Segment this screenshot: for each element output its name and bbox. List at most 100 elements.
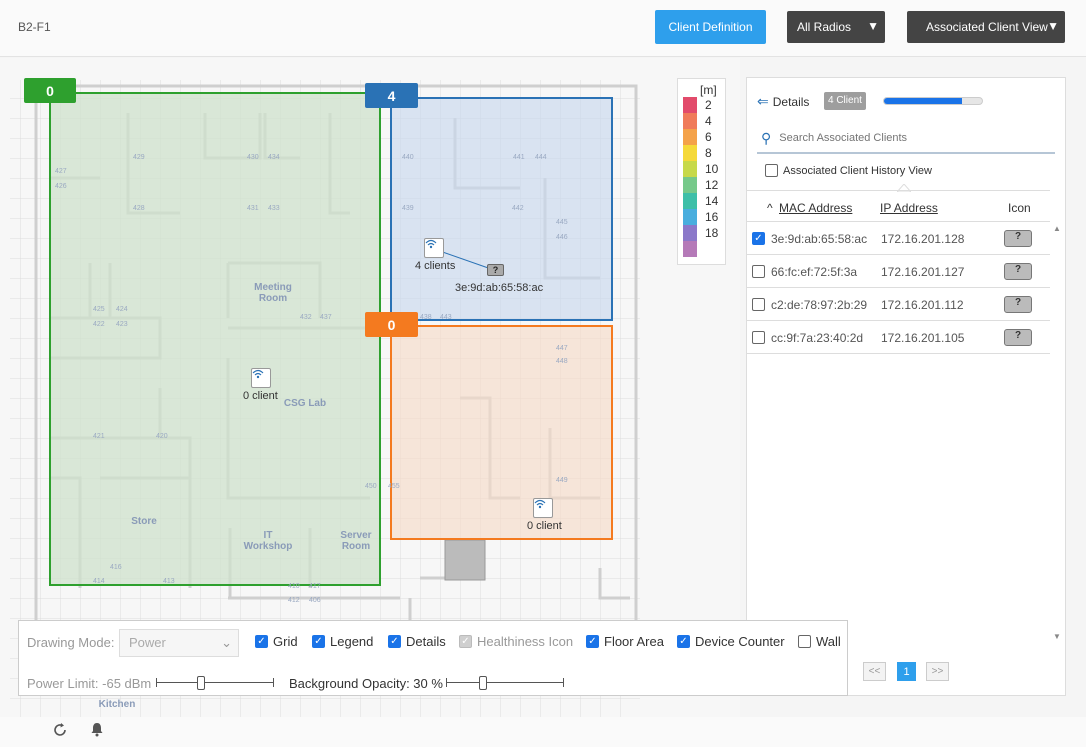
access-point-icon[interactable] [533, 498, 553, 518]
details-checkbox[interactable]: ✓ [388, 635, 401, 648]
history-view-toggle[interactable]: Associated Client History View [765, 164, 932, 177]
bell-icon[interactable] [89, 721, 105, 738]
svg-text:429: 429 [133, 154, 145, 161]
wall-checkbox[interactable] [798, 635, 811, 648]
svg-text:431: 431 [247, 205, 259, 212]
legend-swatch [683, 113, 697, 129]
area-badge-green[interactable]: 0 [24, 78, 76, 103]
svg-text:432: 432 [300, 314, 312, 321]
legend-value: 2 [705, 98, 712, 112]
load-progress-bar [883, 97, 983, 105]
floor-area-toggle[interactable]: ✓ Floor Area [586, 634, 664, 649]
legend-item: 4 [683, 113, 712, 129]
room-label-server-room: Server Room [340, 530, 372, 552]
history-view-label: Associated Client History View [783, 164, 932, 177]
svg-text:422: 422 [93, 321, 105, 328]
background-opacity-slider[interactable] [446, 676, 564, 690]
legend-swatch [683, 241, 697, 257]
opacity-label: Background Opacity: 30 % [289, 676, 443, 691]
legend-swatch [683, 97, 697, 113]
legend-label: Legend [330, 634, 374, 649]
details-back-link[interactable]: ⇐ Details [757, 93, 809, 110]
client-device-icon[interactable]: ? [487, 264, 504, 276]
svg-text:423: 423 [116, 321, 128, 328]
ip-address-cell: 172.16.201.112 [881, 298, 964, 312]
grid-toggle[interactable]: ✓ Grid [255, 634, 298, 649]
refresh-icon[interactable] [52, 722, 68, 738]
svg-text:448: 448 [556, 358, 568, 365]
healthiness-icon-label: Healthiness Icon [477, 634, 574, 649]
slider-handle[interactable] [479, 676, 487, 690]
ap-client-count: 0 client [243, 390, 278, 402]
legend-toggle[interactable]: ✓ Legend [312, 634, 373, 649]
caret-down-icon: ▼ [1047, 19, 1059, 33]
details-toggle[interactable]: ✓ Details [388, 634, 446, 649]
ip-address-cell: 172.16.201.127 [881, 265, 965, 279]
device-counter-checkbox[interactable]: ✓ [677, 635, 690, 648]
scroll-down-icon[interactable]: ▼ [1053, 632, 1061, 641]
legend-checkbox[interactable]: ✓ [312, 635, 325, 648]
table-row[interactable]: cc:9f:7a:23:40:2d 172.16.201.105? [747, 321, 1050, 354]
scroll-up-icon[interactable]: ▲ [1053, 224, 1061, 233]
ap-client-count: 0 client [527, 520, 562, 532]
legend-item: 14 [683, 193, 718, 209]
legend-value: 8 [705, 146, 712, 160]
column-mac[interactable]: MAC Address [779, 201, 852, 215]
row-checkbox[interactable] [752, 331, 765, 344]
area-badge-orange[interactable]: 0 [365, 312, 418, 337]
device-counter-toggle[interactable]: ✓ Device Counter [677, 634, 785, 649]
row-checkbox[interactable] [752, 298, 765, 311]
legend-value: 12 [705, 178, 719, 192]
svg-text:416: 416 [110, 564, 122, 571]
slider-handle[interactable] [197, 676, 205, 690]
table-row[interactable]: 66:fc:ef:72:5f:3a 172.16.201.127? [747, 255, 1050, 288]
row-checkbox[interactable] [752, 265, 765, 278]
column-ip[interactable]: IP Address [880, 201, 938, 215]
svg-text:447: 447 [556, 345, 568, 352]
search-input[interactable] [777, 131, 1038, 145]
caret-down-icon: ▼ [867, 19, 879, 33]
row-checkbox[interactable]: ✓ [752, 232, 765, 245]
table-scrollbar[interactable]: ▲ ▼ [1050, 222, 1064, 646]
client-definition-button[interactable]: Client Definition [655, 10, 766, 44]
floor-map[interactable]: 427 426 429 430 434 428 431 433 440 441 … [0, 58, 740, 718]
svg-text:410: 410 [288, 583, 300, 590]
room-label-meeting: Meeting Room [254, 282, 292, 304]
svg-text:414: 414 [93, 578, 105, 585]
pager-page-button[interactable]: 1 [897, 662, 916, 681]
access-point-icon[interactable] [251, 368, 271, 388]
power-limit-slider[interactable] [156, 676, 274, 690]
table-row[interactable]: c2:de:78:97:2b:29 172.16.201.112? [747, 288, 1050, 321]
map-options-toolbar: Drawing Mode: Power ⌄ ✓ Grid ✓ Legend ✓ Detai… [18, 620, 848, 696]
stairs-block [444, 539, 486, 581]
healthiness-icon-checkbox: ✓ [459, 635, 472, 648]
pager-prev-button[interactable]: << [863, 662, 886, 681]
sort-asc-icon[interactable]: ^ [767, 201, 773, 215]
legend-item: 10 [683, 161, 718, 177]
drawing-mode-value: Power [129, 635, 166, 650]
view-dropdown[interactable]: Associated Client View ▼ [907, 11, 1065, 43]
mac-address-cell: cc:9f:7a:23:40:2d [771, 331, 864, 345]
pager-next-button[interactable]: >> [926, 662, 949, 681]
details-label: Details [406, 634, 446, 649]
drawing-mode-select[interactable]: Power ⌄ [119, 629, 239, 657]
floor-area-checkbox[interactable]: ✓ [586, 635, 599, 648]
svg-text:413: 413 [163, 578, 175, 585]
radios-dropdown[interactable]: All Radios ▼ [787, 11, 885, 43]
wall-toggle[interactable]: Wall [798, 634, 841, 649]
table-row[interactable]: ✓ 3e:9d:ab:65:58:ac 172.16.201.128? [747, 222, 1050, 255]
legend-value: 10 [705, 162, 719, 176]
legend-value: 18 [705, 226, 719, 240]
history-view-checkbox[interactable] [765, 164, 778, 177]
mac-address-cell: 66:fc:ef:72:5f:3a [771, 265, 858, 279]
grid-checkbox[interactable]: ✓ [255, 635, 268, 648]
room-label-it-workshop: IT Workshop [243, 530, 293, 552]
legend-item: 6 [683, 129, 712, 145]
svg-text:441: 441 [513, 154, 525, 161]
area-badge-blue[interactable]: 4 [365, 83, 418, 108]
svg-text:455: 455 [388, 483, 400, 490]
svg-text:420: 420 [156, 433, 168, 440]
client-search[interactable]: ⚲ [757, 124, 1055, 154]
client-mac-label: 3e:9d:ab:65:58:ac [455, 282, 544, 294]
access-point-icon[interactable] [424, 238, 444, 258]
